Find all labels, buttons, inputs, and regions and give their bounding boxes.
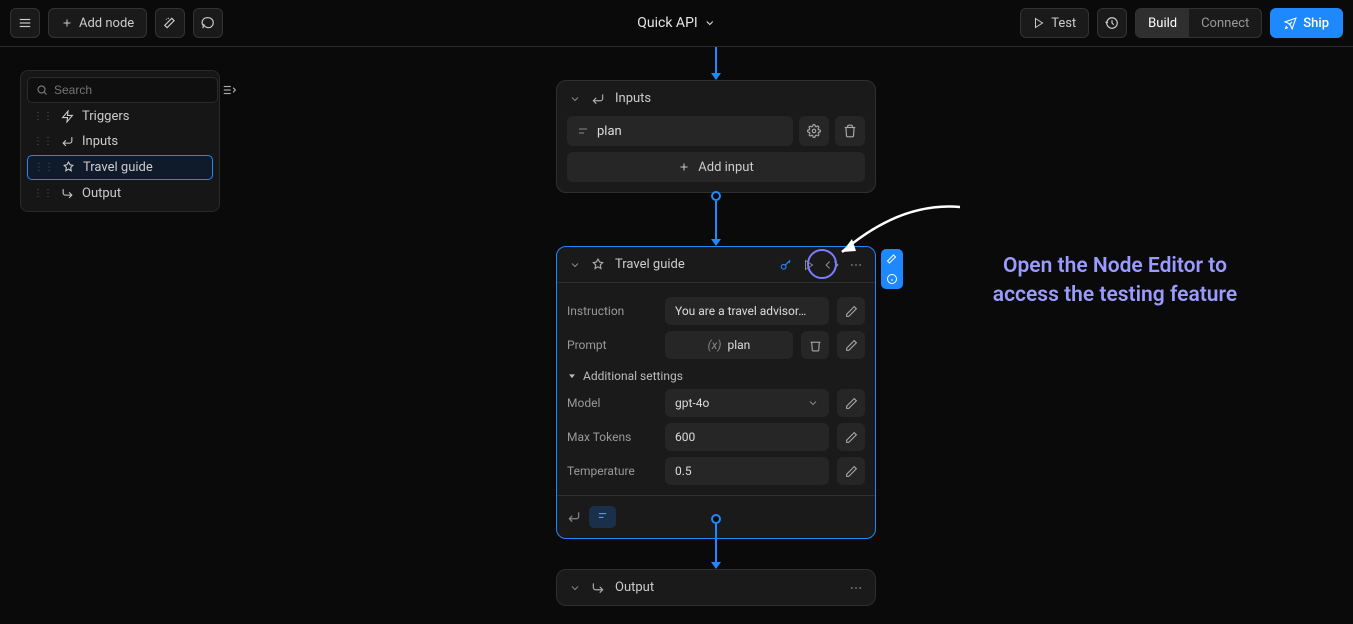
pencil-icon — [845, 465, 858, 478]
chevron-down-icon — [704, 17, 716, 29]
field-label-prompt: Prompt — [567, 338, 657, 352]
variable-icon: (x) — [708, 338, 722, 352]
test-button[interactable]: Test — [1020, 8, 1089, 38]
edit-instruction-button[interactable] — [837, 297, 865, 325]
output-chip[interactable] — [589, 506, 616, 528]
node-inputs[interactable]: Inputs plan Add input — [556, 80, 876, 193]
add-node-button[interactable]: Add node — [48, 8, 147, 38]
more-icon[interactable] — [849, 581, 863, 595]
edit-model-button[interactable] — [837, 389, 865, 417]
rocket-icon — [1284, 17, 1297, 30]
magic-icon — [886, 253, 898, 265]
edit-prompt-button[interactable] — [837, 331, 865, 359]
node-travel-guide[interactable]: Travel guide Instruction You are a trave… — [556, 246, 876, 539]
comment-icon — [201, 16, 215, 30]
more-icon[interactable] — [849, 258, 863, 272]
caret-down-icon — [567, 371, 577, 381]
pencil-icon — [845, 305, 858, 318]
chevron-down-icon[interactable] — [569, 93, 581, 105]
trash-icon — [809, 339, 822, 352]
delete-prompt-button[interactable] — [801, 331, 829, 359]
add-input-label: Add input — [698, 160, 753, 175]
input-icon — [591, 92, 605, 106]
comment-button[interactable] — [193, 8, 223, 38]
ship-button[interactable]: Ship — [1270, 8, 1343, 38]
output-icon — [591, 581, 605, 595]
play-icon[interactable] — [803, 259, 815, 271]
project-title: Quick API — [637, 15, 697, 31]
chevron-down-icon[interactable] — [569, 259, 581, 271]
history-button[interactable] — [1097, 8, 1127, 38]
callout-text: Open the Node Editor to access the testi… — [965, 252, 1265, 311]
field-label-instruction: Instruction — [567, 304, 657, 318]
input-settings-button[interactable] — [799, 116, 829, 146]
code-icon[interactable] — [825, 258, 839, 272]
node-title: Travel guide — [615, 257, 685, 272]
key-icon[interactable] — [779, 258, 793, 272]
magic-icon — [163, 16, 177, 30]
field-label-max-tokens: Max Tokens — [567, 430, 657, 444]
field-label-model: Model — [567, 396, 657, 410]
test-label: Test — [1051, 16, 1076, 31]
pencil-icon — [845, 339, 858, 352]
menu-icon — [18, 16, 32, 30]
menu-button[interactable] — [10, 8, 40, 38]
ship-label: Ship — [1303, 16, 1329, 31]
add-input-button[interactable]: Add input — [567, 152, 865, 182]
output-port[interactable] — [711, 514, 721, 524]
pencil-icon — [845, 397, 858, 410]
gear-icon — [807, 124, 821, 138]
project-title-dropdown[interactable]: Quick API — [637, 15, 715, 31]
field-value-prompt[interactable]: (x) plan — [665, 331, 793, 359]
info-icon — [886, 273, 898, 285]
field-label-temperature: Temperature — [567, 464, 657, 478]
output-port[interactable] — [711, 191, 721, 201]
input-name: plan — [597, 124, 622, 139]
arrow-down-icon — [711, 73, 721, 80]
magic-button[interactable] — [155, 8, 185, 38]
plus-icon — [678, 161, 690, 173]
arrow-down-icon — [711, 562, 721, 569]
field-value-instruction[interactable]: You are a travel advisor… — [665, 297, 829, 325]
play-icon — [1033, 17, 1045, 29]
input-delete-button[interactable] — [835, 116, 865, 146]
node-title: Inputs — [615, 91, 651, 106]
tab-build[interactable]: Build — [1136, 9, 1189, 37]
text-icon — [577, 125, 589, 137]
node-icon — [591, 258, 605, 272]
text-icon — [597, 510, 608, 521]
node-title: Output — [615, 580, 654, 595]
additional-settings-toggle[interactable]: Additional settings — [567, 369, 865, 383]
tab-connect[interactable]: Connect — [1189, 9, 1261, 37]
input-item-plan[interactable]: plan — [567, 116, 793, 146]
temperature-input[interactable]: 0.5 — [665, 457, 829, 485]
history-icon — [1105, 16, 1119, 30]
connector-line — [715, 47, 717, 73]
return-icon[interactable] — [567, 510, 581, 524]
connector-line — [715, 201, 717, 239]
plus-icon — [61, 17, 73, 29]
arrow-down-icon — [711, 239, 721, 246]
chevron-down-icon[interactable] — [569, 582, 581, 594]
max-tokens-input[interactable]: 600 — [665, 423, 829, 451]
side-badge-magic[interactable] — [881, 249, 903, 269]
pencil-icon — [845, 431, 858, 444]
node-output[interactable]: Output — [556, 569, 876, 606]
add-node-label: Add node — [79, 16, 134, 31]
model-select[interactable]: gpt-4o — [665, 389, 829, 417]
side-badge-info[interactable] — [881, 269, 903, 289]
trash-icon — [843, 124, 857, 138]
edit-temperature-button[interactable] — [837, 457, 865, 485]
connector-line — [715, 524, 717, 562]
chevron-down-icon — [807, 397, 819, 409]
edit-max-tokens-button[interactable] — [837, 423, 865, 451]
